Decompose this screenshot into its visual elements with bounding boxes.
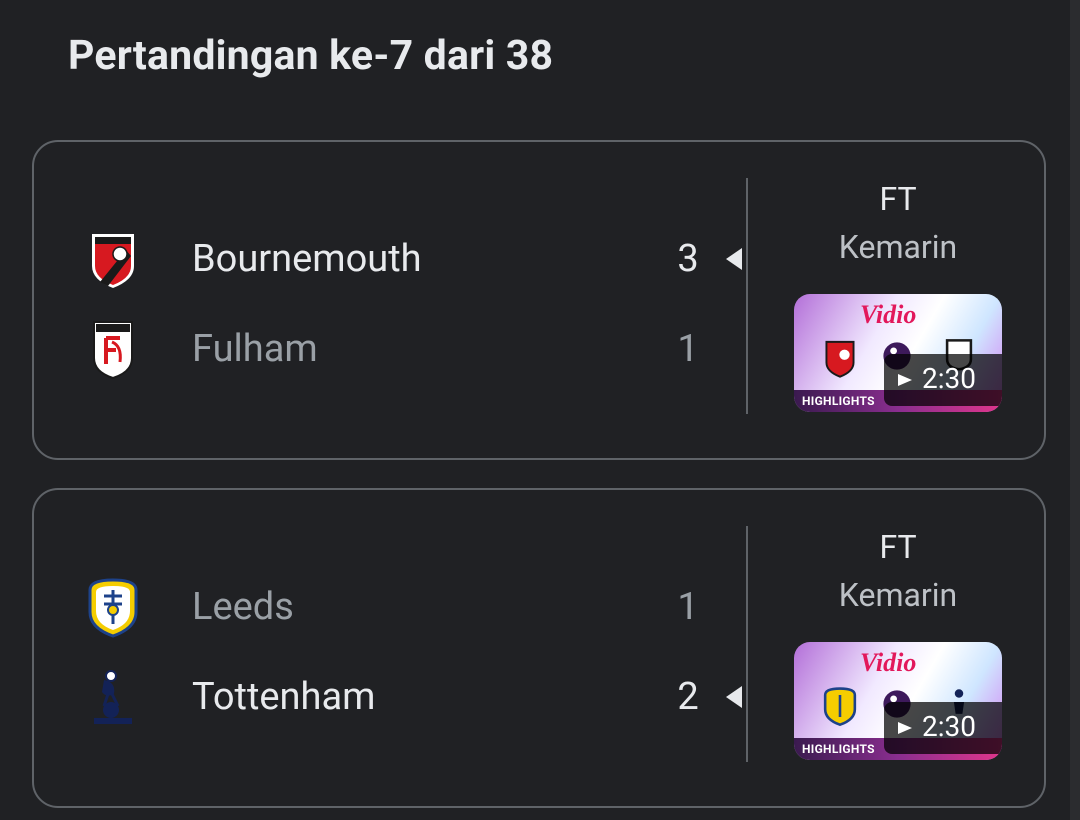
match-card[interactable]: Leeds 1 Tottenham 2 FT Kemarin Vidio HIG… [32,488,1046,808]
winner-arrow-icon [726,686,742,708]
match-status: FT [879,180,917,218]
match-date: Kemarin [838,576,958,614]
play-icon [898,374,912,386]
page-title: Pertandingan ke-7 dari 38 [68,32,554,80]
play-icon [898,722,912,734]
team-score: 1 [677,585,699,629]
leeds-crest-icon [88,578,138,638]
match-date: Kemarin [838,228,958,266]
highlights-label: HIGHLIGHTS [802,742,875,756]
leeds-crest-icon [823,687,857,727]
scrollbar-track[interactable] [1070,0,1080,820]
highlights-video-thumbnail[interactable]: Vidio HIGHLIGHTS 2:30 [794,294,1002,412]
team-row-home: Bournemouth 3 [34,224,746,294]
highlights-video-thumbnail[interactable]: Vidio HIGHLIGHTS 2:30 [794,642,1002,760]
vidio-logo: Vidio [860,648,917,677]
team-name: Tottenham [192,675,376,719]
team-score: 3 [677,237,699,281]
highlights-label: HIGHLIGHTS [802,394,875,408]
bournemouth-crest-icon [92,234,134,288]
duration-badge: 2:30 [884,702,1002,754]
winner-arrow-icon [726,248,742,270]
duration-badge: 2:30 [884,354,1002,406]
match-status: FT [879,528,917,566]
team-name: Bournemouth [192,237,422,281]
team-name: Leeds [192,585,294,629]
fulham-crest-icon [93,321,133,380]
tottenham-crest-icon [94,670,132,724]
team-row-away: Tottenham 2 [34,662,746,732]
bournemouth-crest-icon [825,340,855,378]
vidio-logo: Vidio [860,300,917,329]
team-name: Fulham [192,327,318,371]
team-score: 1 [677,327,699,371]
team-score: 2 [677,675,699,719]
team-row-away: Fulham 1 [34,314,746,384]
video-duration: 2:30 [922,710,976,743]
team-row-home: Leeds 1 [34,572,746,642]
match-card[interactable]: Bournemouth 3 Fulham 1 FT Kemarin Vidio … [32,140,1046,460]
video-duration: 2:30 [922,362,976,395]
